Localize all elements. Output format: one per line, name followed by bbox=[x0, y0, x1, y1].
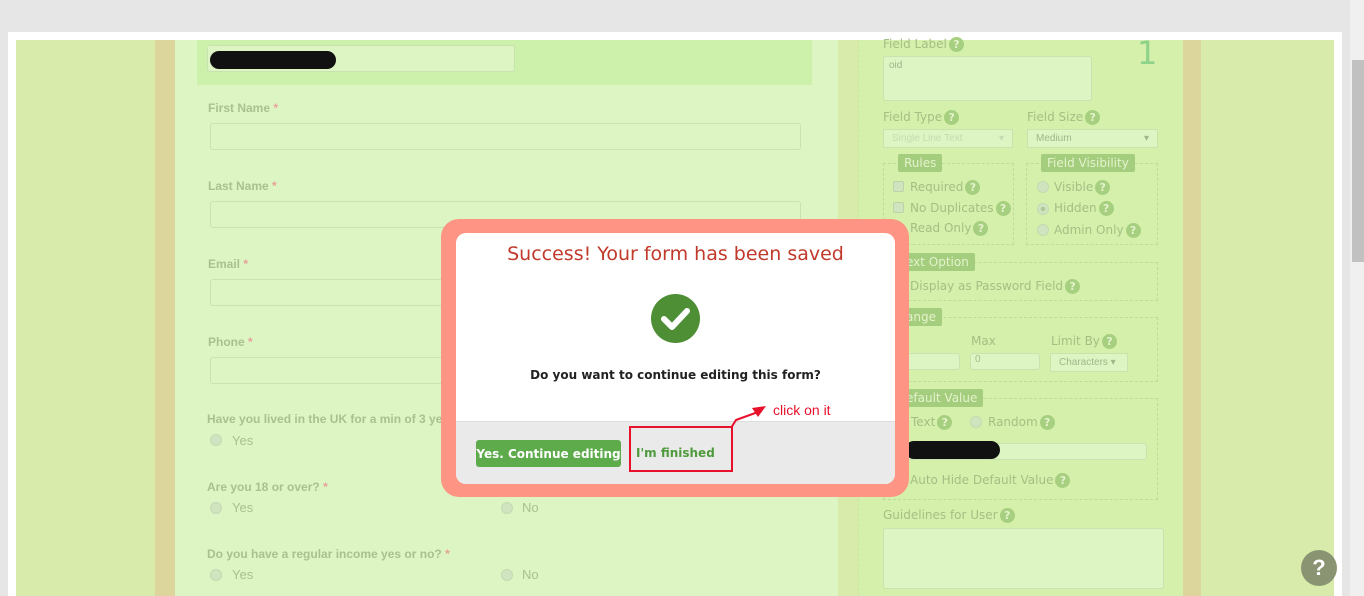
rules-legend: Rules bbox=[898, 154, 943, 172]
email-label: Email * bbox=[208, 257, 249, 271]
dv-text-label: Text? bbox=[911, 415, 953, 430]
field-label-textarea[interactable]: oid bbox=[883, 56, 1092, 101]
first-name-label: First Name * bbox=[208, 101, 279, 115]
max-input[interactable]: 0 bbox=[970, 353, 1040, 370]
limit-by-select[interactable]: Characters ▾ bbox=[1050, 353, 1128, 372]
field-label-label: Field Label? bbox=[883, 37, 964, 52]
income-yes-radio[interactable] bbox=[210, 569, 222, 581]
help-icon[interactable]: ? bbox=[1065, 279, 1081, 294]
max-label: Max bbox=[971, 334, 996, 348]
help-icon[interactable]: ? bbox=[1039, 415, 1055, 430]
redaction-scribble bbox=[210, 51, 336, 69]
uk-question-label: Have you lived in the UK for a min of 3 … bbox=[207, 412, 443, 426]
income-question-label: Do you have a regular income yes or no? … bbox=[207, 547, 450, 561]
scrollbar-thumb[interactable] bbox=[1352, 60, 1364, 262]
range-box bbox=[883, 317, 1158, 382]
admin-only-label: Admin Only? bbox=[1054, 223, 1141, 238]
help-icon[interactable]: ? bbox=[1125, 223, 1141, 238]
visible-label: Visible? bbox=[1054, 180, 1111, 195]
last-name-label: Last Name * bbox=[208, 179, 277, 193]
redaction-scribble bbox=[905, 441, 1000, 459]
visible-radio[interactable] bbox=[1037, 181, 1049, 193]
help-icon[interactable]: ? bbox=[999, 508, 1015, 523]
income-no-label: No bbox=[522, 567, 539, 582]
help-icon[interactable]: ? bbox=[995, 201, 1011, 216]
age-question-label: Are you 18 or over? * bbox=[207, 480, 328, 494]
dv-random-radio[interactable] bbox=[970, 416, 982, 428]
field-size-label: Field Size? bbox=[1027, 110, 1101, 125]
help-icon[interactable]: ? bbox=[948, 37, 964, 52]
hidden-radio[interactable] bbox=[1037, 203, 1049, 215]
age-no-radio[interactable] bbox=[501, 502, 513, 514]
first-name-input[interactable] bbox=[210, 123, 801, 150]
help-icon[interactable]: ? bbox=[937, 415, 953, 430]
guidelines-textarea[interactable] bbox=[883, 528, 1164, 589]
required-label: Required? bbox=[910, 180, 981, 195]
guidelines-label: Guidelines for User? bbox=[883, 508, 1015, 523]
hidden-label: Hidden? bbox=[1054, 201, 1114, 216]
checkmark-icon bbox=[651, 294, 700, 343]
right-stripe bbox=[1183, 40, 1201, 596]
visibility-legend: Field Visibility bbox=[1041, 154, 1135, 172]
help-icon[interactable]: ? bbox=[973, 221, 989, 236]
annotation-text: click on it bbox=[773, 402, 831, 418]
help-icon[interactable]: ? bbox=[1055, 473, 1071, 488]
admin-only-radio[interactable] bbox=[1037, 224, 1049, 236]
limit-by-label: Limit By? bbox=[1051, 334, 1117, 349]
annotation-box bbox=[629, 426, 733, 472]
required-checkbox[interactable] bbox=[893, 181, 904, 192]
help-icon[interactable]: ? bbox=[965, 180, 981, 195]
annotation-arrow-icon bbox=[730, 406, 766, 429]
password-label: Display as Password Field? bbox=[910, 279, 1081, 294]
help-icon[interactable]: ? bbox=[944, 110, 960, 125]
default-value-legend: efault Value bbox=[900, 389, 984, 407]
no-duplicates-checkbox[interactable] bbox=[893, 202, 904, 213]
phone-label: Phone * bbox=[208, 335, 253, 349]
dv-random-label: Random? bbox=[988, 415, 1055, 430]
no-duplicates-label: No Duplicates? bbox=[910, 201, 1011, 216]
age-no-label: No bbox=[522, 500, 539, 515]
age-yes-radio[interactable] bbox=[210, 502, 222, 514]
left-stripe bbox=[155, 40, 175, 596]
min-input[interactable] bbox=[905, 353, 960, 370]
field-size-select[interactable]: Medium ▾ bbox=[1027, 129, 1158, 148]
age-yes-label: Yes bbox=[232, 500, 254, 515]
dialog-title: Success! Your form has been saved bbox=[507, 243, 844, 265]
income-no-radio[interactable] bbox=[501, 569, 513, 581]
read-only-label: Read Only? bbox=[910, 221, 989, 236]
income-yes-label: Yes bbox=[232, 567, 254, 582]
field-type-select[interactable]: Single Line Text ▾ bbox=[883, 129, 1013, 148]
field-number: 1 bbox=[1137, 34, 1158, 72]
help-icon[interactable]: ? bbox=[1095, 180, 1111, 195]
dialog-question: Do you want to continue editing this for… bbox=[530, 368, 821, 382]
continue-editing-button[interactable]: Yes. Continue editing bbox=[476, 440, 621, 467]
help-icon[interactable]: ? bbox=[1098, 201, 1114, 216]
uk-yes-label: Yes bbox=[232, 433, 254, 448]
text-option-legend: ext Option bbox=[900, 253, 975, 271]
help-button[interactable]: ? bbox=[1301, 550, 1337, 586]
uk-yes-radio[interactable] bbox=[210, 434, 222, 446]
auto-hide-label: Auto Hide Default Value? bbox=[910, 473, 1071, 488]
help-icon[interactable]: ? bbox=[1101, 334, 1117, 349]
help-icon[interactable]: ? bbox=[1085, 110, 1101, 125]
field-type-label: Field Type? bbox=[883, 110, 960, 125]
